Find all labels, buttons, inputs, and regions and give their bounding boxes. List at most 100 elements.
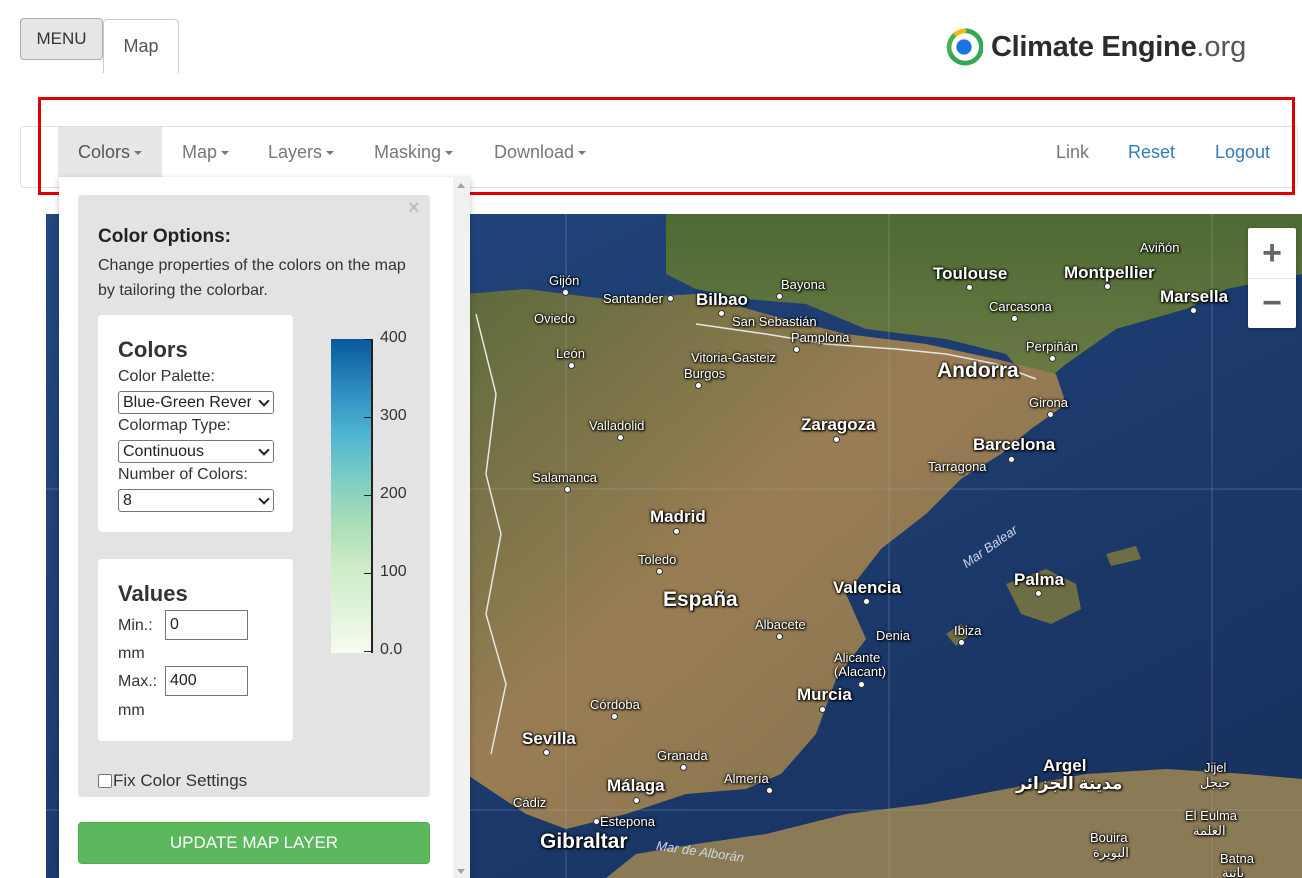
scroll-down-arrow-icon[interactable] (457, 869, 465, 874)
map-label-argel: Argel (1043, 756, 1087, 775)
number-of-colors-select[interactable]: 8 (118, 489, 274, 512)
map-label-toulouse: Toulouse (933, 264, 1008, 283)
colormap-type-label: Colormap Type: (118, 417, 231, 434)
map-label-girona: Girona (1029, 395, 1069, 410)
colorbar-tick (364, 495, 372, 496)
map-label-gijon: Gijón (549, 273, 580, 288)
zoom-in-button[interactable]: + (1248, 228, 1296, 278)
colorbar-tick-label: 300 (380, 407, 407, 424)
min-value-input[interactable]: 0 (165, 610, 248, 640)
nav-logout[interactable]: Logout (1215, 127, 1270, 177)
number-of-colors-value: 8 (123, 491, 132, 509)
map-label-bayona: Bayona (781, 277, 826, 292)
logo-tld: .org (1196, 30, 1247, 63)
colorbar-tick (364, 573, 372, 574)
close-icon[interactable]: × (408, 197, 420, 220)
climate-engine-logo[interactable]: Climate Engine .org (945, 26, 1246, 68)
map-city-marker (543, 749, 550, 756)
map-label-leon: León (556, 346, 585, 361)
values-card: Values Min.: 0 mm Max.: 400 mm (98, 559, 293, 741)
map-label-jijel-arabic: جيجل (1200, 775, 1231, 790)
nav-layers-label: Layers (268, 141, 323, 162)
nav-download-label: Download (494, 141, 575, 162)
panel-scrollbar[interactable] (453, 177, 470, 878)
map-label-carcasona: Carcasona (989, 299, 1052, 314)
map-label-pamplona: Pamplona (791, 330, 850, 345)
map-label-batna: Batna (1220, 851, 1254, 866)
map-label-cadiz: Cádiz (513, 795, 547, 810)
map-label-ibiza: Ibiza (954, 623, 982, 638)
map-city-marker (568, 362, 575, 369)
map-city-marker (776, 293, 783, 300)
color-palette-label: Color Palette: (118, 368, 215, 385)
map-city-marker (863, 598, 870, 605)
nav-colors[interactable]: Colors (58, 127, 162, 177)
map-city-marker (656, 568, 663, 575)
colormap-type-select[interactable]: Continuous (118, 440, 274, 463)
color-options-title: Color Options: (98, 226, 231, 247)
map-label-malaga: Málaga (607, 776, 665, 795)
map-city-marker (593, 818, 600, 825)
map-city-marker (858, 681, 865, 688)
map-label-denia: Denia (876, 628, 910, 643)
colorbar-tick-label: 100 (380, 563, 407, 580)
map-label-montpellier: Montpellier (1064, 263, 1155, 282)
colors-card: Colors Color Palette: Blue-Green Reverse… (98, 315, 293, 532)
map-label-almeria: Almería (724, 771, 769, 786)
color-options-description: Change properties of the colors on the m… (98, 257, 406, 299)
map-city-marker (819, 706, 826, 713)
map-label-salamanca: Salamanca (532, 470, 598, 485)
color-palette-select[interactable]: Blue-Green Reverse (118, 391, 274, 414)
fix-color-settings-checkbox[interactable] (98, 774, 112, 788)
map-label-toledo: Toledo (638, 552, 677, 567)
colorbar-tick (364, 417, 372, 418)
map-label-valencia: Valencia (833, 578, 902, 597)
map-label-el-eulma: El Eulma (1185, 808, 1238, 823)
colorbar-tick-label: 400 (380, 329, 407, 346)
max-unit: mm (118, 702, 145, 719)
menu-button[interactable]: MENU (20, 18, 103, 60)
colors-card-heading: Colors (118, 337, 188, 362)
map-label-marsella: Marsella (1160, 287, 1229, 306)
nav-layers[interactable]: Layers (268, 127, 335, 177)
map-city-marker (562, 289, 569, 296)
map-label-albacete: Albacete (755, 617, 806, 632)
fix-color-settings-row[interactable]: Fix Color Settings (98, 771, 247, 791)
map-label-sevilla: Sevilla (522, 729, 576, 748)
caret-down-icon (326, 151, 335, 155)
zoom-out-button[interactable]: − (1248, 278, 1296, 328)
nav-map[interactable]: Map (182, 127, 230, 177)
nav-link[interactable]: Link (1056, 127, 1089, 177)
min-label: Min.: (118, 617, 153, 634)
map-label-batna-arabic: باتنة (1222, 865, 1245, 878)
map-label-argel-arabic: مدينة الجزائر (1016, 774, 1123, 793)
nav-download[interactable]: Download (494, 127, 587, 177)
map-label-palma: Palma (1014, 570, 1065, 589)
color-options-dropdown: × Color Options: Change properties of th… (59, 177, 470, 878)
map-city-marker (695, 382, 702, 389)
nav-reset[interactable]: Reset (1128, 127, 1175, 177)
colorbar-tick (364, 651, 372, 652)
map-label-el-eulma-arabic: العلمة (1193, 823, 1226, 838)
update-map-layer-button[interactable]: UPDATE MAP LAYER (78, 822, 430, 864)
colorbar-gradient (331, 339, 371, 653)
map-city-marker (633, 797, 640, 804)
map-label-gibraltar: Gibraltar (540, 830, 628, 853)
map-label-burgos: Burgos (684, 366, 726, 381)
caret-down-icon (221, 151, 230, 155)
map-label-murcia: Murcia (797, 685, 852, 704)
color-palette-value: Blue-Green Reverse (123, 393, 269, 411)
map-city-marker (564, 486, 571, 493)
map-city-marker (667, 295, 674, 302)
colorbar-axis (371, 339, 373, 653)
map-label-santander: Santander (603, 291, 663, 306)
tab-map[interactable]: Map (103, 19, 179, 73)
max-value-input[interactable]: 400 (165, 666, 248, 696)
nav-masking[interactable]: Masking (374, 127, 454, 177)
max-label: Max.: (118, 673, 158, 690)
scroll-up-arrow-icon[interactable] (457, 183, 465, 188)
map-city-marker (1011, 315, 1018, 322)
map-label-espana: España (663, 588, 738, 611)
values-card-heading: Values (118, 581, 188, 606)
map-label-san-sebastian: San Sebastián (732, 314, 817, 329)
